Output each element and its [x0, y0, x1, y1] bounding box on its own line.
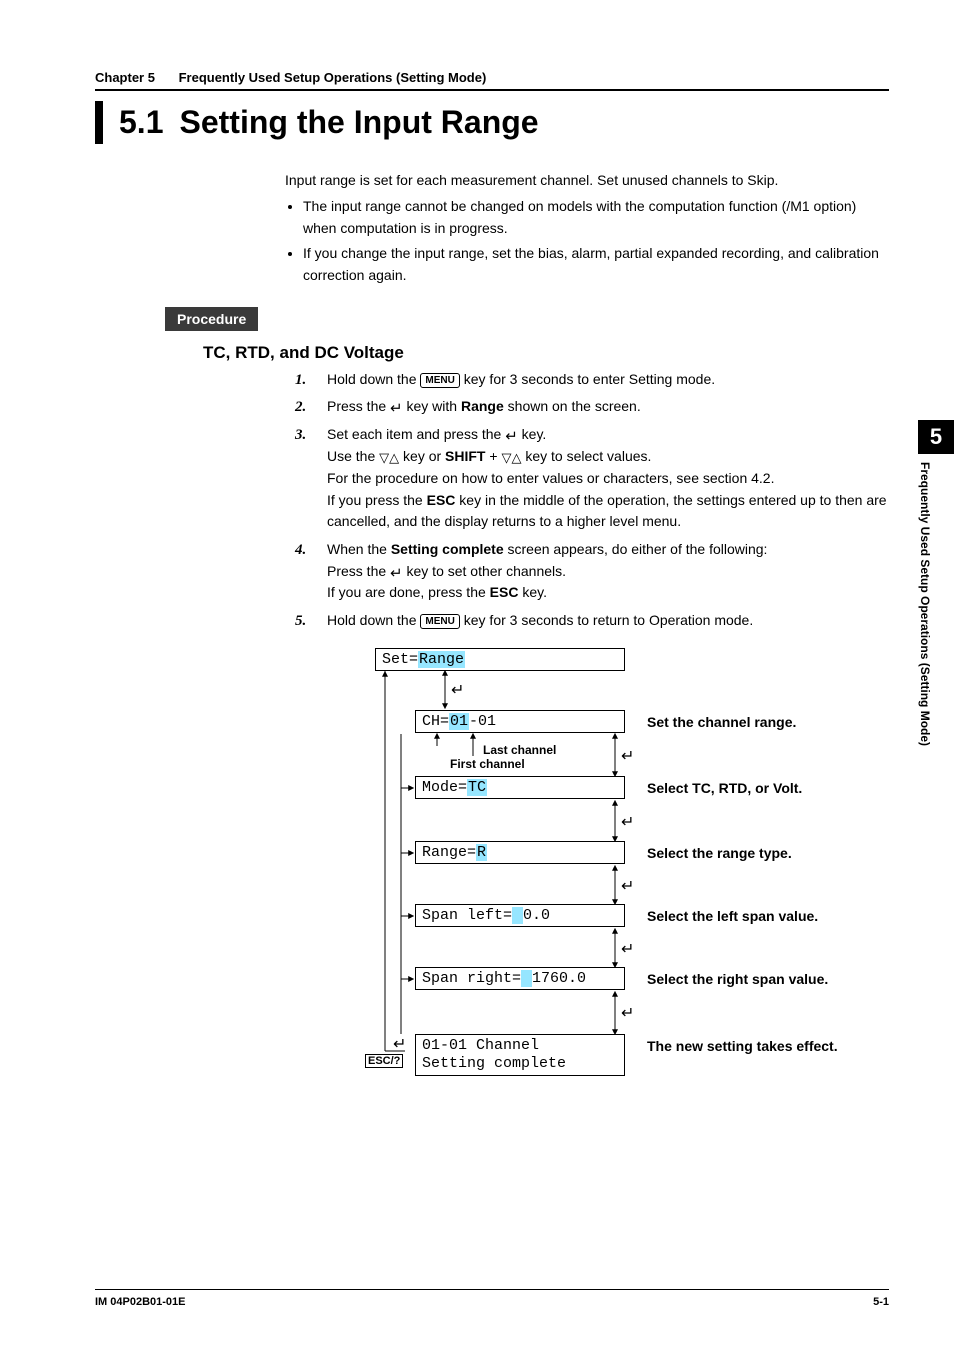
footer-page-num: 5-1: [873, 1296, 889, 1308]
ann-takes-effect: The new setting takes effect.: [647, 1038, 838, 1054]
diag-box-ch: CH=01-01: [415, 710, 625, 733]
footer-doc-id: IM 04P02B01-01E: [95, 1296, 186, 1308]
updown-icon: ▽△: [379, 450, 399, 465]
section-title: Setting the Input Range: [179, 101, 538, 144]
enter-icon: ↵: [621, 1003, 634, 1023]
enter-icon: ↵: [393, 1034, 406, 1054]
procedure-header: Procedure: [165, 307, 258, 331]
enter-icon: ↵: [505, 428, 518, 445]
enter-icon: ↵: [621, 746, 634, 766]
diag-box-complete: 01-01 Channel Setting complete: [415, 1034, 625, 1076]
intro-block: Input range is set for each measurement …: [285, 170, 889, 286]
diag-box-span-right: Span right= 1760.0: [415, 967, 625, 990]
enter-icon: ↵: [621, 812, 634, 832]
diag-label-last: Last channel: [483, 743, 556, 757]
rh-chapter: Chapter 5: [95, 70, 155, 85]
ann-select-mode: Select TC, RTD, or Volt.: [647, 780, 802, 796]
menu-key-icon: MENU: [420, 614, 459, 629]
esc-key-icon: ESC/?: [365, 1054, 403, 1068]
diag-box-set: Set=Range: [375, 648, 625, 671]
diagram: Set=Range ↵ CH=01-01 Last channel First …: [275, 646, 875, 1096]
page-footer: IM 04P02B01-01E 5-1: [95, 1289, 889, 1308]
intro-bullet-1: The input range cannot be changed on mod…: [303, 196, 889, 239]
step-2: Press the ↵ key with Range shown on the …: [295, 396, 889, 418]
step-3: Set each item and press the ↵ key. Use t…: [295, 424, 889, 533]
section-number: 5.1: [119, 101, 163, 144]
enter-icon: ↵: [621, 876, 634, 896]
ann-select-range: Select the range type.: [647, 845, 792, 861]
intro-lead: Input range is set for each measurement …: [285, 170, 889, 192]
section-heading: 5.1 Setting the Input Range: [95, 101, 889, 144]
ann-span-right: Select the right span value.: [647, 971, 828, 987]
updown-icon: ▽△: [501, 450, 521, 465]
subheading: TC, RTD, and DC Voltage: [203, 343, 889, 363]
ann-span-left: Select the left span value.: [647, 908, 818, 924]
step-4: When the Setting complete screen appears…: [295, 539, 889, 604]
enter-icon: ↵: [451, 680, 464, 700]
diag-box-range: Range=R: [415, 841, 625, 864]
side-chapter-title: Frequently Used Setup Operations (Settin…: [918, 454, 942, 746]
enter-icon: ↵: [390, 565, 403, 582]
side-chapter-number: 5: [918, 420, 954, 454]
diag-box-mode: Mode=TC: [415, 776, 625, 799]
menu-key-icon: MENU: [420, 373, 459, 388]
intro-bullet-2: If you change the input range, set the b…: [303, 243, 889, 286]
enter-icon: ↵: [390, 400, 403, 417]
enter-icon: ↵: [621, 939, 634, 959]
diag-label-first: First channel: [450, 757, 525, 771]
steps-list: Hold down the MENU key for 3 seconds to …: [295, 369, 889, 632]
step-5: Hold down the MENU key for 3 seconds to …: [295, 610, 889, 632]
rh-title: Frequently Used Setup Operations (Settin…: [179, 70, 487, 85]
running-head: Chapter 5 Frequently Used Setup Operatio…: [95, 70, 889, 91]
diag-box-span-left: Span left= 0.0: [415, 904, 625, 927]
heading-bar: [95, 101, 103, 144]
step-1: Hold down the MENU key for 3 seconds to …: [295, 369, 889, 391]
ann-set-channel: Set the channel range.: [647, 714, 796, 730]
side-tab: 5 Frequently Used Setup Operations (Sett…: [918, 420, 954, 746]
